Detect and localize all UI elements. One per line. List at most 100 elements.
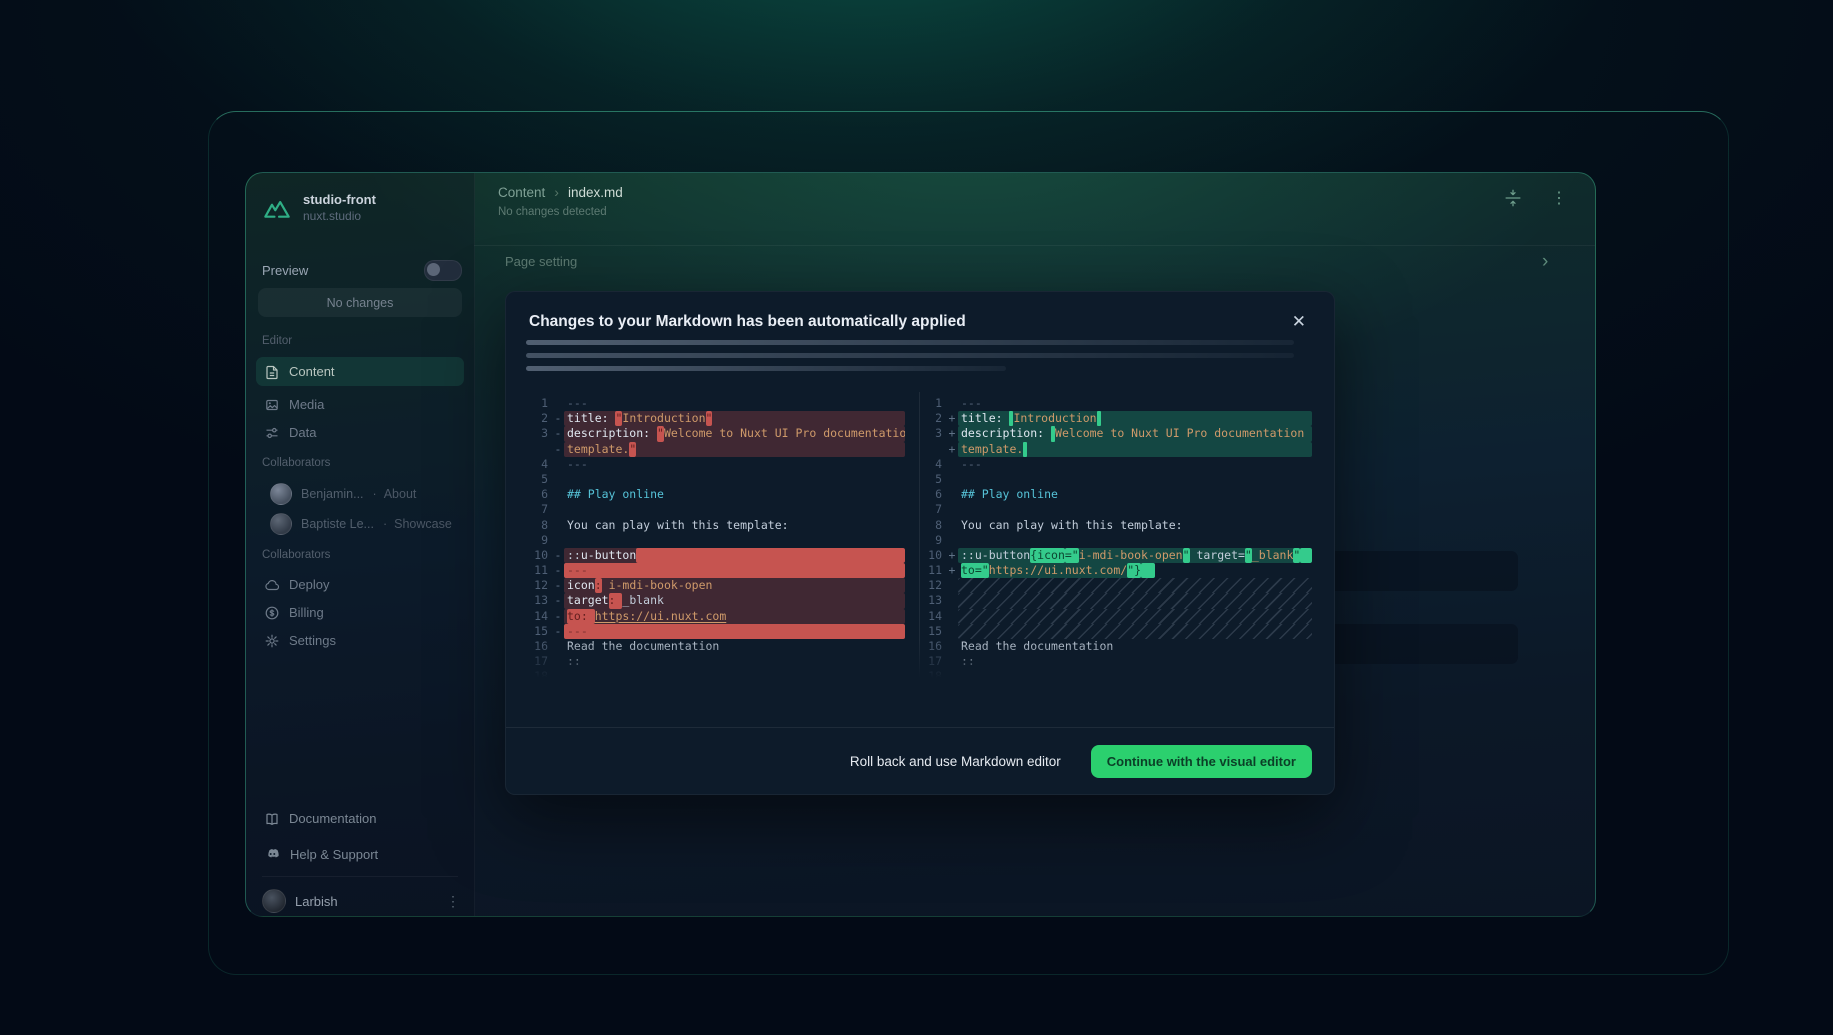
diff-line: 12	[920, 578, 1312, 593]
line-number	[920, 685, 946, 686]
code-segment: https://ui.nuxt.com/	[989, 563, 1127, 578]
code-line	[958, 609, 1312, 624]
no-changes-button[interactable]: No changes	[258, 288, 462, 317]
code-segment: "	[706, 411, 713, 426]
code-line	[958, 593, 1312, 608]
line-number: 6	[920, 487, 946, 502]
code-line: template."	[564, 442, 905, 457]
code-line: ::	[564, 654, 905, 669]
line-number: 17	[920, 654, 946, 669]
code-segment: Read the documentation	[961, 639, 1113, 654]
diff-marker	[946, 669, 958, 684]
diff-marker	[946, 457, 958, 472]
code-segment: u-button	[581, 548, 636, 563]
sidebar-item-label: Deploy	[289, 577, 329, 592]
code-segment	[1023, 442, 1027, 457]
sidebar-item-help-support[interactable]: Help & Support	[256, 840, 464, 869]
code-segment: "	[657, 426, 664, 441]
diff-marker	[552, 669, 564, 684]
sidebar-item-label: Media	[289, 397, 324, 412]
sidebar-item-label: Content	[289, 364, 335, 379]
code-line	[564, 472, 905, 487]
sidebar-item-deploy[interactable]: Deploy	[256, 570, 464, 599]
diff-line: 6## Play online	[526, 487, 905, 502]
diff-line: 4---	[526, 457, 905, 472]
line-number	[526, 685, 552, 686]
skeleton-bar	[526, 340, 1294, 345]
chevron-right-icon[interactable]: ›	[1542, 251, 1548, 273]
line-number: 15	[920, 624, 946, 639]
project-org: nuxt.studio	[303, 208, 376, 224]
code-segment	[1097, 411, 1101, 426]
kebab-menu-icon[interactable]: ⋮	[446, 893, 460, 910]
line-number: 14	[526, 609, 552, 624]
sidebar-item-data[interactable]: Data	[256, 418, 464, 447]
code-segment: description:	[567, 426, 657, 441]
collaborator-row[interactable]: Baptiste Le... ·Showcase	[270, 511, 462, 537]
breadcrumb-root[interactable]: Content	[498, 185, 545, 200]
sidebar-divider	[262, 876, 458, 877]
line-number: 14	[920, 609, 946, 624]
kebab-menu-icon[interactable]: ⋮	[1551, 188, 1567, 208]
breadcrumb-file[interactable]: index.md	[568, 185, 623, 200]
diff-marker	[552, 487, 564, 502]
line-number: 9	[526, 533, 552, 548]
diff-line: 14-to: https://ui.nuxt.com	[526, 609, 905, 624]
sidebar-item-label: Billing	[289, 605, 324, 620]
diff-line: 11----	[526, 563, 905, 578]
code-segment: icon	[567, 578, 595, 593]
breadcrumb: Content › index.md	[498, 184, 623, 200]
diff-line: 3-description: "Welcome to Nuxt UI Pro d…	[526, 426, 905, 441]
diff-marker	[946, 502, 958, 517]
page-setting-label[interactable]: Page setting	[505, 254, 577, 269]
code-line	[958, 578, 1312, 593]
diff-line: 3+description: Welcome to Nuxt UI Pro do…	[920, 426, 1312, 441]
code-segment: Welcome to Nuxt UI Pro documentation	[1055, 426, 1304, 441]
line-number: 12	[920, 578, 946, 593]
project-info: studio-front nuxt.studio	[303, 191, 376, 224]
code-line: ---	[564, 563, 905, 578]
diff-line: 17::	[920, 654, 1312, 669]
preview-label: Preview	[262, 263, 308, 278]
diff-marker	[552, 457, 564, 472]
collaborator-row[interactable]: Benjamin... ·About	[270, 481, 462, 507]
code-line	[958, 472, 1312, 487]
collaborator-page: Showcase	[394, 517, 452, 531]
book-open-icon	[264, 811, 280, 827]
sidebar-item-documentation[interactable]: Documentation	[256, 804, 464, 833]
sidebar-item-label: Documentation	[289, 811, 376, 826]
sidebar-item-media[interactable]: Media	[256, 390, 464, 419]
code-segment: You can play with this template:	[567, 518, 789, 533]
diff-marker	[552, 685, 564, 686]
preview-toggle[interactable]	[424, 260, 462, 281]
diff-line: 2-title: "Introduction"	[526, 411, 905, 426]
code-line	[564, 533, 905, 548]
code-segment: ---	[567, 396, 588, 411]
background-skeleton-row	[1328, 551, 1518, 591]
user-menu[interactable]: Larbish ⋮	[262, 887, 462, 915]
line-number: 10	[526, 548, 552, 563]
sidebar-item-content[interactable]: Content	[256, 357, 464, 386]
code-segment: https://ui.nuxt.com	[595, 609, 727, 624]
chevron-right-icon: ›	[554, 184, 559, 200]
sidebar-item-settings[interactable]: Settings	[256, 626, 464, 655]
code-segment: Introduction	[1013, 411, 1096, 426]
diff-line: 6## Play online	[920, 487, 1312, 502]
close-icon[interactable]: ✕	[1292, 312, 1306, 332]
diff-right-pane: 1---2+title: Introduction3+description: …	[920, 392, 1314, 686]
line-number: 5	[526, 472, 552, 487]
line-number: 16	[920, 639, 946, 654]
sidebar-item-billing[interactable]: Billing	[256, 598, 464, 627]
line-number: 7	[526, 502, 552, 517]
continue-button[interactable]: Continue with the visual editor	[1091, 745, 1312, 778]
project-switcher[interactable]: studio-front nuxt.studio	[262, 185, 462, 229]
sidebar-item-label: Settings	[289, 633, 336, 648]
diff-line: 15----	[526, 624, 905, 639]
header-divider	[474, 245, 1595, 246]
collapse-icon[interactable]	[1502, 187, 1524, 214]
code-segment: ---	[567, 457, 588, 472]
code-segment: "}	[1127, 563, 1141, 578]
diff-line: 7	[526, 502, 905, 517]
diff-marker	[552, 654, 564, 669]
rollback-button[interactable]: Roll back and use Markdown editor	[850, 754, 1061, 769]
